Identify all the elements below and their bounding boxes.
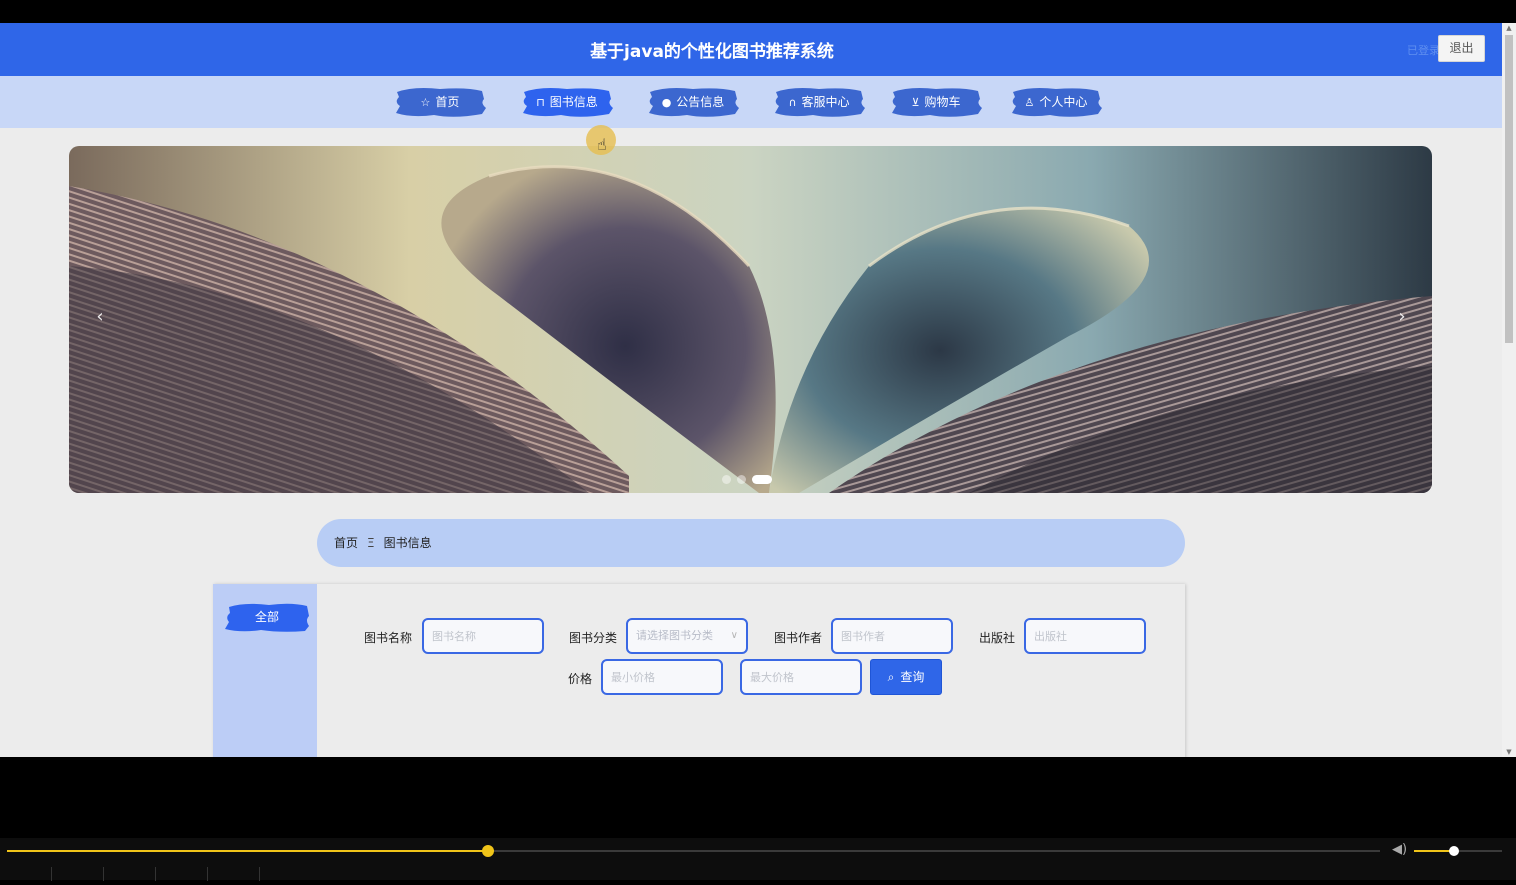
nav-item-service[interactable]: ∩ 客服中心 [773, 86, 865, 118]
publisher-input[interactable] [1024, 618, 1146, 654]
book-name-input[interactable] [422, 618, 544, 654]
seek-handle[interactable] [481, 845, 494, 857]
carousel-dot-3[interactable] [752, 475, 772, 484]
player-slot [156, 867, 208, 881]
book-name-label: 图书名称 [364, 631, 413, 645]
top-black-bar [0, 0, 1516, 23]
seek-bar[interactable] [7, 845, 1380, 857]
player-bottom-strip [0, 866, 1516, 881]
header-user-text: 已登录 [1407, 44, 1440, 57]
site-title: 基于java的个性化图书推荐系统 [590, 42, 834, 62]
nav-label-home: 首页 [435, 95, 460, 109]
main-nav: ☆ 首页 ⊓ 图书信息 ● 公告信息 ∩ 客服中心 ⊻ 购物车 ♙ 个人中心 [0, 76, 1502, 128]
nav-label-books: 图书信息 [549, 95, 598, 109]
notice-icon: ● [661, 96, 672, 109]
browser-viewport: 基于java的个性化图书推荐系统 已登录 退出 ☆ 首页 ⊓ 图书信息 ● 公告信息 … [0, 23, 1502, 757]
category-select-placeholder: 请选择图书分类 [636, 629, 713, 642]
nav-item-books[interactable]: ⊓ 图书信息 [521, 86, 613, 118]
nav-item-cart[interactable]: ⊻ 购物车 [890, 86, 982, 118]
nav-label-cart: 购物车 [924, 95, 961, 109]
search-icon: ⌕ [887, 670, 895, 684]
scroll-thumb[interactable] [1505, 35, 1513, 343]
volume-level [1414, 850, 1454, 852]
nav-label-notices: 公告信息 [676, 95, 725, 109]
nav-label-profile: 个人中心 [1039, 95, 1088, 109]
nav-label-service: 客服中心 [801, 95, 850, 109]
player-slot [52, 867, 104, 881]
page-scrollbar[interactable]: ▲ ▼ [1502, 23, 1516, 757]
headset-icon: ∩ [788, 96, 797, 109]
chevron-down-icon: ∨ [730, 630, 738, 641]
nav-item-notices[interactable]: ● 公告信息 [647, 86, 739, 118]
search-button[interactable]: ⌕ 查询 [870, 659, 942, 695]
price-label: 价格 [568, 672, 593, 686]
scroll-up-arrow-icon[interactable]: ▲ [1505, 24, 1513, 32]
site-header: 基于java的个性化图书推荐系统 已登录 退出 [0, 23, 1502, 76]
bag-icon: ⊓ [536, 96, 545, 109]
hand-cursor-icon: ☝ [597, 135, 607, 154]
player-slot [0, 867, 52, 881]
banner-image-book-heart [69, 146, 1432, 493]
publisher-label: 出版社 [979, 631, 1016, 645]
search-button-label: 查询 [900, 670, 925, 684]
category-select[interactable]: 请选择图书分类 ∨ [626, 618, 748, 654]
carousel-dot-2[interactable] [737, 475, 746, 484]
author-input[interactable] [831, 618, 953, 654]
carousel-dot-1[interactable] [722, 475, 731, 484]
video-player-controls: ◀) [0, 838, 1516, 881]
breadcrumb-home[interactable]: 首页 [334, 536, 358, 550]
scroll-down-arrow-icon[interactable]: ▼ [1505, 748, 1513, 756]
min-price-input[interactable] [601, 659, 723, 695]
star-icon: ☆ [420, 96, 431, 109]
banner-next-arrow[interactable]: › [1387, 306, 1417, 327]
author-label: 图书作者 [774, 631, 823, 645]
banner-carousel[interactable]: ‹ › [69, 146, 1432, 493]
category-label: 图书分类 [569, 631, 618, 645]
user-icon: ♙ [1024, 96, 1035, 109]
volume-handle[interactable] [1448, 846, 1459, 856]
nav-item-profile[interactable]: ♙ 个人中心 [1010, 86, 1102, 118]
volume-slider[interactable] [1414, 846, 1502, 856]
category-all-button[interactable]: 全部 [225, 602, 309, 632]
breadcrumb-current: 图书信息 [383, 536, 432, 550]
banner-prev-arrow[interactable]: ‹ [85, 306, 115, 327]
max-price-input[interactable] [740, 659, 862, 695]
logout-button[interactable]: 退出 [1438, 35, 1485, 62]
player-slot [208, 867, 260, 881]
breadcrumb-separator: Ξ [367, 536, 375, 550]
volume-icon[interactable]: ◀) [1392, 842, 1407, 857]
book-list-panel: 全部 图书名称 图书分类 请选择图书分类 ∨ 图书作者 出版社 价格 ⌕ 查询 [213, 584, 1185, 757]
category-all-label: 全部 [254, 610, 279, 624]
seek-progress [7, 850, 488, 852]
breadcrumb: 首页 Ξ 图书信息 [317, 519, 1185, 567]
nav-item-home[interactable]: ☆ 首页 [394, 86, 486, 118]
category-sidebar: 全部 [213, 584, 317, 757]
carousel-indicators [722, 469, 778, 484]
cart-icon: ⊻ [911, 96, 920, 109]
player-slot [104, 867, 156, 881]
